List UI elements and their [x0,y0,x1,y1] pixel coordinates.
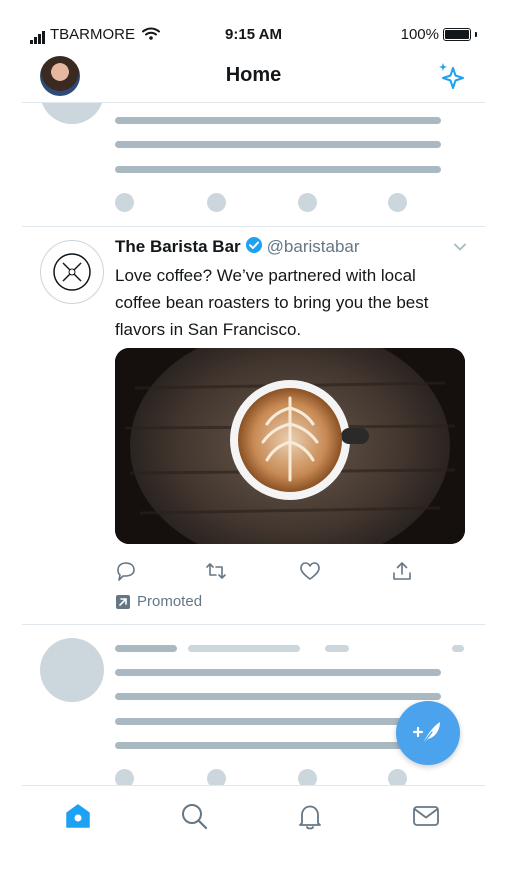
tweet-header: The Barista Bar @baristabar [115,236,360,257]
skeleton-action [298,193,317,212]
home-icon[interactable] [62,800,94,832]
skeleton-action [388,193,407,212]
skeleton-line [115,693,441,700]
bottom-tab-bar [22,785,485,852]
reply-icon[interactable] [115,560,137,582]
tweet-author-name[interactable]: The Barista Bar [115,237,241,256]
skeleton-line [115,742,441,749]
skeleton-line [115,645,177,652]
page-title: Home [225,64,282,86]
tweet-media-image[interactable] [115,348,465,544]
tweet-actions [115,560,465,584]
tweet-author-handle[interactable]: @baristabar [267,237,360,256]
skeleton-line [188,645,300,652]
skeleton-line [115,117,441,124]
skeleton-line [325,645,349,652]
notifications-icon[interactable] [294,800,326,832]
battery-percent: 100% [400,26,439,43]
compose-feather-icon [412,722,440,746]
promoted-text: Promoted [137,593,203,610]
retweet-icon[interactable] [205,560,227,582]
divider [22,624,485,625]
divider [22,226,485,227]
like-icon[interactable] [299,560,321,582]
status-bar: TBARMORE 9:15 AM 100% [22,22,485,50]
verified-badge-icon [245,237,262,253]
promoted-label[interactable]: Promoted [115,593,202,610]
skeleton-line [115,718,441,725]
promoted-arrow-icon [116,594,130,609]
battery-icon [443,28,471,41]
skeleton-line [115,669,441,676]
search-icon[interactable] [178,800,210,832]
tweet-avatar[interactable] [40,240,104,304]
share-icon[interactable] [391,560,413,582]
tweet-text: Love coffee? We’ve partnered with local … [115,266,429,339]
battery-indicator: 100% [401,26,477,43]
messages-icon[interactable] [410,800,442,832]
skeleton-line [452,645,464,652]
phone-screen: TBARMORE 9:15 AM 100% Home The Barista B… [22,0,485,890]
compose-tweet-button[interactable] [396,701,460,765]
skeleton-line [115,166,441,173]
skeleton-avatar [40,638,104,702]
skeleton-action [115,193,134,212]
sparkle-icon[interactable] [435,60,467,92]
chevron-down-icon[interactable] [453,240,467,254]
coffee-image [115,348,465,544]
barista-logo-icon [53,253,91,291]
top-nav: Home [22,52,485,103]
skeleton-line [115,141,441,148]
skeleton-action [207,193,226,212]
